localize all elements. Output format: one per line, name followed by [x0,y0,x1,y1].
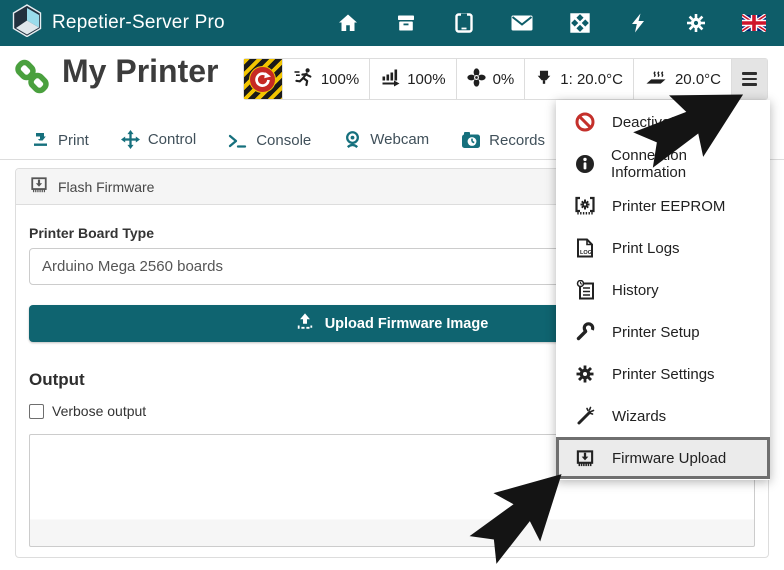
console-icon [228,133,248,149]
upload-icon [296,313,314,334]
menu-item-label: History [612,282,659,299]
gear-icon[interactable] [684,12,708,34]
flow-status[interactable]: 100% [369,59,455,99]
printer-statusbar: 100% 100% [243,58,768,100]
tab-records[interactable]: Records [445,121,561,160]
expand-arrows-icon[interactable] [568,12,592,34]
menu-item-history[interactable]: History [556,269,770,311]
records-camera-icon [461,131,481,149]
menu-item-print-logs[interactable]: LOG Print Logs [556,227,770,269]
tab-webcam[interactable]: Webcam [327,120,445,160]
tab-label: Print [58,132,89,149]
menu-item-connection-information[interactable]: Connection Information [556,143,770,185]
tab-print[interactable]: Print [16,122,105,160]
printer-title: My Printer [62,53,218,90]
webcam-icon [343,130,362,149]
extruder-temp-status[interactable]: 1: 20.0°C [524,59,633,99]
ban-icon [573,112,597,132]
menu-item-label: Deactivate [612,114,683,131]
panel-title: Flash Firmware [58,179,154,195]
svg-text:LOG: LOG [580,250,592,256]
navbar-icons [336,12,766,34]
menu-item-deactivate[interactable]: Deactivate [556,101,770,143]
archive-box-icon[interactable] [394,12,418,34]
brand-title: Repetier-Server Pro [52,12,225,34]
board-type-value: Arduino Mega 2560 boards [42,258,223,275]
menu-item-label: Firmware Upload [612,450,726,467]
tab-label: Control [148,131,196,148]
menu-item-printer-eeprom[interactable]: Printer EEPROM [556,185,770,227]
flow-value: 100% [407,71,445,88]
mail-icon[interactable] [510,12,534,34]
tab-control[interactable]: Control [105,120,212,160]
extruder-temp-value: 1: 20.0°C [560,71,623,88]
menu-item-wizards[interactable]: Wizards [556,395,770,437]
tab-label: Console [256,132,311,149]
menu-item-label: Printer Settings [612,366,715,383]
gear-icon [573,364,597,384]
tab-label: Records [489,132,545,149]
repetier-server-page: Repetier-Server Pro [0,0,784,570]
top-navbar: Repetier-Server Pro [0,0,784,46]
bolt-icon[interactable] [626,12,650,34]
magic-wand-icon [573,406,597,426]
printer-menu-button[interactable] [731,59,767,99]
fan-value: 0% [493,71,515,88]
verbose-label: Verbose output [52,403,146,419]
menu-item-printer-setup[interactable]: Printer Setup [556,311,770,353]
brand[interactable]: Repetier-Server Pro [12,4,225,42]
printer-dropdown-menu: Deactivate Connection Information [556,100,770,480]
speed-status[interactable]: 100% [282,59,369,99]
printer-connected-link-icon [10,56,54,105]
firmware-chip-icon [30,176,48,197]
bed-temp-value: 20.0°C [675,71,721,88]
touchscreen-icon[interactable] [452,12,476,34]
menu-item-label: Printer Setup [612,324,700,341]
emergency-stop-button[interactable] [244,59,282,99]
wrench-icon [573,322,597,342]
menu-item-label: Print Logs [612,240,680,257]
control-arrows-icon [121,130,140,149]
menu-item-label: Wizards [612,408,666,425]
log-file-icon: LOG [573,238,597,258]
repetier-logo-icon [12,4,42,42]
menu-item-firmware-upload[interactable]: Firmware Upload [556,437,770,479]
history-icon [573,280,597,300]
heated-bed-icon [644,68,668,91]
menu-item-label: Connection Information [611,147,760,181]
menu-item-printer-settings[interactable]: Printer Settings [556,353,770,395]
bed-temp-status[interactable]: 20.0°C [633,59,731,99]
emergency-stop-icon [249,66,276,93]
eeprom-chip-icon [573,196,597,216]
info-icon [573,154,596,174]
firmware-chip-icon [573,449,597,468]
print-icon [32,132,50,149]
speed-runner-icon [293,67,314,91]
fan-icon [467,68,486,91]
extruder-nozzle-icon [535,68,553,91]
flow-icon [380,67,400,91]
tab-console[interactable]: Console [212,122,327,160]
verbose-checkbox[interactable] [29,404,44,419]
fan-status[interactable]: 0% [456,59,525,99]
menu-item-label: Printer EEPROM [612,198,725,215]
tab-label: Webcam [370,131,429,148]
uk-flag-icon[interactable] [742,12,766,34]
speed-value: 100% [321,71,359,88]
home-icon[interactable] [336,12,360,34]
upload-button-label: Upload Firmware Image [325,316,489,332]
